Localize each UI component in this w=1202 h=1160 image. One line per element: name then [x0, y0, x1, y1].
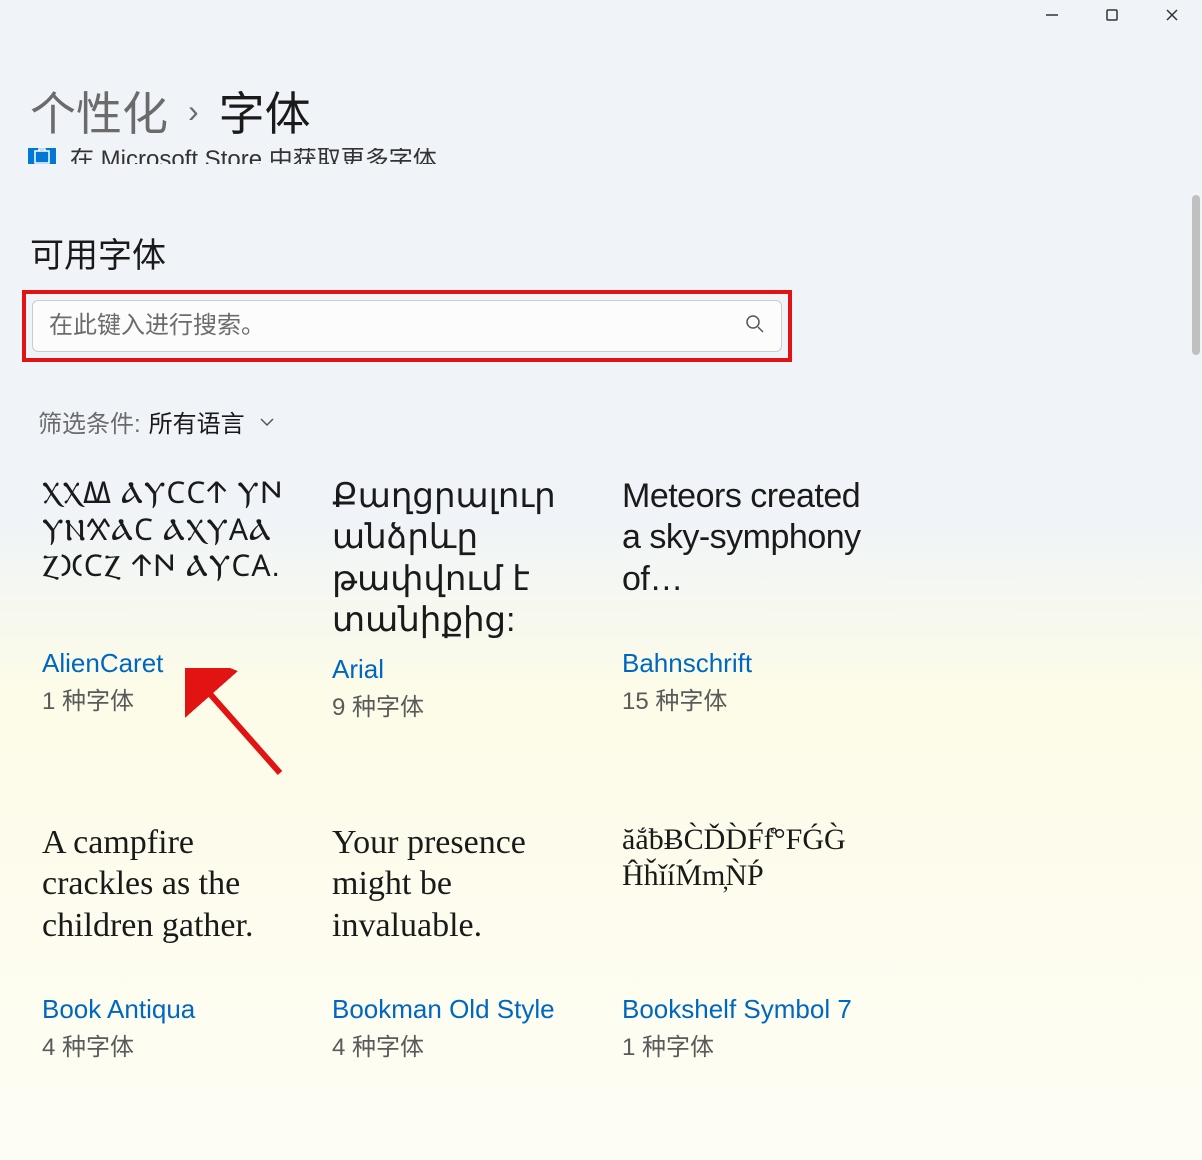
- maximize-button[interactable]: [1082, 0, 1142, 30]
- store-icon: [28, 148, 56, 164]
- font-count: 1 种字体: [42, 681, 332, 716]
- font-card-bookantiqua[interactable]: A campfire crackles as the children gath…: [42, 822, 332, 1062]
- search-box[interactable]: [32, 300, 782, 352]
- filter-label: 筛选条件:: [38, 404, 141, 439]
- font-count: 1 种字体: [622, 1027, 912, 1062]
- font-grid: ⲬⲬ𐊷 ⲀⲨ𐊢𐊢𐋇 Ⲩ𐊪 ⲨⲚ𐋄Ⲁ𐊢 ⲀⲬⲨ𐊠Ⲁ Ⲍ𐋂𐊢Ⲍ 𐋇𐊪 ⲀⲨ𐊢𐊠. A…: [42, 476, 912, 1062]
- search-icon: [745, 314, 765, 339]
- filter-value: 所有语言: [149, 404, 245, 439]
- font-card-arial[interactable]: Քաղցրալուր անձրևը թափվում է տանիքից: Ari…: [332, 476, 622, 722]
- font-preview: Meteors created a sky-symphony of…: [622, 476, 882, 636]
- store-link[interactable]: 在 Microsoft Store 中获取更多字体: [28, 148, 437, 164]
- font-name: Bahnschrift: [622, 648, 912, 679]
- font-card-bookman[interactable]: Your presence might be invaluable. Bookm…: [332, 822, 622, 1062]
- font-name: AlienCaret: [42, 648, 332, 679]
- breadcrumb: 个性化 › 字体: [30, 78, 311, 144]
- chevron-down-icon: [259, 414, 275, 430]
- font-name: Arial: [332, 654, 622, 685]
- breadcrumb-separator: ›: [188, 93, 199, 130]
- font-card-aliencaret[interactable]: ⲬⲬ𐊷 ⲀⲨ𐊢𐊢𐋇 Ⲩ𐊪 ⲨⲚ𐋄Ⲁ𐊢 ⲀⲬⲨ𐊠Ⲁ Ⲍ𐋂𐊢Ⲍ 𐋇𐊪 ⲀⲨ𐊢𐊠. A…: [42, 476, 332, 722]
- minimize-button[interactable]: [1022, 0, 1082, 30]
- font-count: 15 种字体: [622, 681, 912, 716]
- font-count: 4 种字体: [332, 1027, 622, 1062]
- search-input[interactable]: [49, 312, 745, 340]
- scrollbar[interactable]: [1192, 195, 1200, 355]
- font-count: 9 种字体: [332, 687, 622, 722]
- section-title: 可用字体: [30, 228, 166, 277]
- breadcrumb-parent[interactable]: 个性化: [30, 78, 168, 144]
- font-name: Bookman Old Style: [332, 994, 622, 1025]
- font-preview: ⲬⲬ𐊷 ⲀⲨ𐊢𐊢𐋇 Ⲩ𐊪 ⲨⲚ𐋄Ⲁ𐊢 ⲀⲬⲨ𐊠Ⲁ Ⲍ𐋂𐊢Ⲍ 𐋇𐊪 ⲀⲨ𐊢𐊠.: [42, 476, 302, 636]
- font-preview: A campfire crackles as the children gath…: [42, 822, 302, 982]
- close-button[interactable]: [1142, 0, 1202, 30]
- font-card-bookshelf[interactable]: ăắƀɃC̀ĎD̀F́f̊°FǴG̀ ĤȟǐíḾm̦ǸṔ Bookshelf S…: [622, 822, 912, 1062]
- font-preview: ăắƀɃC̀ĎD̀F́f̊°FǴG̀ ĤȟǐíḾm̦ǸṔ: [622, 822, 882, 982]
- filter-dropdown[interactable]: 筛选条件: 所有语言: [38, 404, 275, 439]
- breadcrumb-current: 字体: [219, 78, 311, 144]
- font-card-bahnschrift[interactable]: Meteors created a sky-symphony of… Bahns…: [622, 476, 912, 722]
- store-link-text: 在 Microsoft Store 中获取更多字体: [70, 148, 437, 164]
- search-highlight-box: [22, 290, 792, 362]
- font-name: Book Antiqua: [42, 994, 332, 1025]
- font-preview: Քաղցրալուր անձրևը թափվում է տանիքից:: [332, 476, 592, 642]
- font-count: 4 种字体: [42, 1027, 332, 1062]
- font-preview: Your presence might be invaluable.: [332, 822, 592, 982]
- font-name: Bookshelf Symbol 7: [622, 994, 912, 1025]
